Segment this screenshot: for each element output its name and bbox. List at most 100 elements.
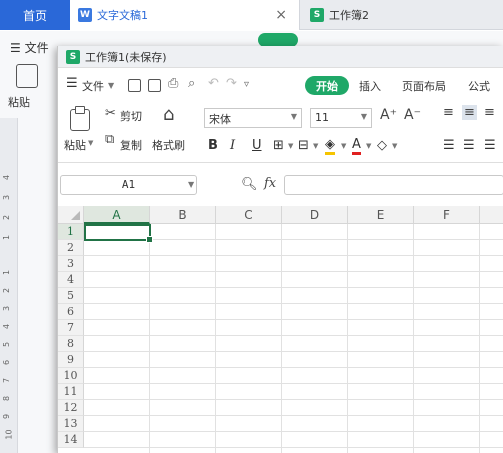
row-header[interactable]: 12: [58, 400, 84, 416]
spreadsheet-window: S 工作簿1(未保存) ☰ 文件 ▼ ⎙ ⌕ ↶ ↷ ▿ 开始 插入 页面布局 …: [57, 46, 503, 453]
undo-icon[interactable]: ↶: [208, 76, 219, 91]
column-header-f[interactable]: F: [414, 206, 480, 224]
fx-icon[interactable]: fx: [264, 176, 276, 191]
ruler-number: 9: [2, 413, 12, 420]
select-all-corner[interactable]: [58, 206, 84, 224]
italic-button[interactable]: I: [230, 138, 235, 153]
tab-page-layout[interactable]: 页面布局: [402, 78, 446, 94]
row-header[interactable]: 4: [58, 272, 84, 288]
ruler-number: 2: [2, 214, 12, 221]
ribbon-toolbar: 粘贴 ▼ ✂ 剪切 ⧉ 复制 ⌂ 格式刷 宋体 ▼ 11 ▼ A⁺ A⁻ ≡ ≡…: [58, 101, 503, 163]
chevron-down-icon[interactable]: ▼: [313, 142, 318, 150]
chevron-down-icon[interactable]: ▼: [108, 81, 114, 90]
column-header-c[interactable]: C: [216, 206, 282, 224]
tab-workbook2-label: 工作簿2: [329, 9, 369, 22]
copy-icon[interactable]: ⧉: [105, 132, 114, 147]
open-folder-icon[interactable]: [128, 79, 141, 92]
column-header-a[interactable]: A: [84, 206, 150, 224]
bg-paste-icon[interactable]: [16, 64, 38, 88]
bg-start-tab[interactable]: [258, 33, 298, 47]
row-header[interactable]: 6: [58, 304, 84, 320]
chevron-down-icon[interactable]: ▼: [366, 142, 371, 150]
tab-writer-label: 文字文稿1: [97, 9, 148, 22]
chevron-down-icon[interactable]: ▼: [341, 142, 346, 150]
font-family-value: 宋体: [209, 113, 231, 126]
bg-vertical-ruler: 4 3 2 1 1 2 3 4 5 6 7 8 9 10: [0, 118, 18, 453]
save-icon[interactable]: [148, 79, 161, 92]
bg-file-menu[interactable]: ☰ 文件: [10, 39, 49, 56]
row-header[interactable]: 11: [58, 384, 84, 400]
window-title-bar[interactable]: S 工作簿1(未保存): [58, 46, 503, 68]
copy-button[interactable]: 复制: [120, 137, 142, 153]
print-preview-icon[interactable]: ⌕: [188, 76, 195, 91]
tab-insert[interactable]: 插入: [359, 78, 381, 94]
customize-qa-icon[interactable]: ▿: [244, 79, 249, 90]
row-header[interactable]: 5: [58, 288, 84, 304]
underline-button[interactable]: U: [252, 138, 262, 153]
format-painter-button[interactable]: 格式刷: [152, 137, 185, 153]
chevron-down-icon: ▼: [290, 112, 297, 121]
home-tab[interactable]: 首页: [0, 0, 70, 30]
align-right-icon[interactable]: ☰: [484, 138, 496, 153]
align-top-icon[interactable]: ≡: [443, 105, 454, 120]
column-header-g[interactable]: [480, 206, 503, 224]
chevron-down-icon[interactable]: ▼: [188, 180, 194, 189]
column-header-e[interactable]: E: [348, 206, 414, 224]
menu-file[interactable]: 文件: [82, 78, 104, 94]
row-header[interactable]: 10: [58, 368, 84, 384]
grow-font-icon[interactable]: A⁺: [380, 107, 397, 123]
hamburger-icon[interactable]: ☰: [66, 76, 78, 91]
column-header-d[interactable]: D: [282, 206, 348, 224]
ruler-number: 3: [2, 305, 12, 312]
formula-input[interactable]: [284, 175, 503, 195]
tab-workbook2[interactable]: S 工作簿2: [300, 0, 420, 30]
active-cell-a1[interactable]: [84, 224, 153, 243]
row-header[interactable]: 13: [58, 416, 84, 432]
align-left-icon[interactable]: ☰: [443, 138, 455, 153]
border-icon[interactable]: ⊞: [273, 138, 284, 153]
format-painter-icon[interactable]: ⌂: [163, 104, 174, 125]
chevron-down-icon[interactable]: ▼: [392, 142, 397, 150]
scissors-icon[interactable]: ✂: [105, 106, 116, 121]
bold-button[interactable]: B: [208, 138, 218, 153]
align-middle-icon[interactable]: ≡: [462, 105, 477, 120]
chevron-down-icon[interactable]: ▼: [288, 142, 293, 150]
merge-cells-icon[interactable]: ⊟: [298, 138, 309, 153]
cell-area[interactable]: [84, 224, 503, 453]
paste-button[interactable]: 粘贴: [64, 137, 86, 153]
tab-writer-doc[interactable]: W 文字文稿1 ×: [70, 0, 300, 30]
align-center-icon[interactable]: ☰: [463, 138, 475, 153]
ruler-number: 4: [2, 323, 12, 330]
row-header[interactable]: 14: [58, 432, 84, 448]
row-header[interactable]: 8: [58, 336, 84, 352]
zoom-icon[interactable]: 🔍︎: [241, 177, 258, 192]
column-header-b[interactable]: B: [150, 206, 216, 224]
ruler-number: 4: [2, 174, 12, 181]
name-box[interactable]: A1: [60, 175, 197, 195]
row-header[interactable]: 9: [58, 352, 84, 368]
ruler-number: 2: [2, 287, 12, 294]
print-icon[interactable]: ⎙: [168, 76, 178, 91]
shrink-font-icon[interactable]: A⁻: [404, 107, 421, 123]
sheet-grid[interactable]: A B C D E F 1 2 3 4 5 6 7 8 9 10 11 12 1…: [58, 206, 503, 453]
row-header[interactable]: 3: [58, 256, 84, 272]
font-size-select[interactable]: 11 ▼: [310, 108, 372, 128]
font-color-icon[interactable]: A: [352, 138, 361, 155]
redo-icon[interactable]: ↷: [226, 76, 237, 91]
cut-button[interactable]: 剪切: [120, 108, 142, 124]
menu-bar: ☰ 文件 ▼ ⎙ ⌕ ↶ ↷ ▿ 开始 插入 页面布局 公式: [58, 74, 503, 98]
font-family-select[interactable]: 宋体 ▼: [204, 108, 302, 128]
ruler-number: 6: [2, 359, 12, 366]
paste-icon[interactable]: [70, 106, 90, 131]
row-header[interactable]: 1: [58, 224, 84, 240]
tab-formula[interactable]: 公式: [468, 78, 490, 94]
row-header[interactable]: 2: [58, 240, 84, 256]
fill-color-icon[interactable]: ◈: [325, 138, 335, 155]
align-bottom-icon[interactable]: ≡: [484, 105, 495, 120]
ruler-number: 7: [2, 377, 12, 384]
chevron-down-icon[interactable]: ▼: [88, 139, 93, 147]
close-icon[interactable]: ×: [275, 7, 287, 23]
row-header[interactable]: 7: [58, 320, 84, 336]
clear-format-icon[interactable]: ◇: [377, 138, 387, 153]
tab-start[interactable]: 开始: [305, 76, 349, 95]
